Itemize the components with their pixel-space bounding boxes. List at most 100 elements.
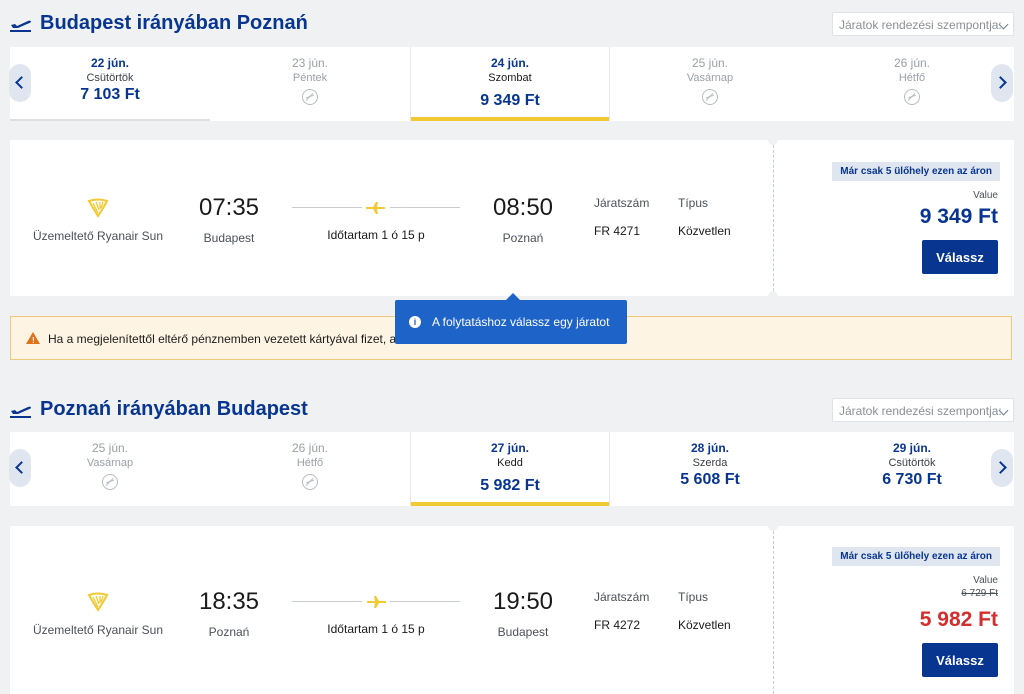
operator-name: Üzemeltető Ryanair Sun <box>32 229 164 243</box>
inbound-date-carousel: 25 jún. Vasárnap 26 jún. Hétfő 27 jún. K… <box>9 432 1014 506</box>
route-line <box>292 207 362 208</box>
takeoff-plane-icon <box>10 406 31 418</box>
date-label: 25 jún. <box>91 441 129 455</box>
card-notch <box>768 521 778 531</box>
date-label: 25 jún. <box>691 56 729 70</box>
date-cell-inbound-3[interactable]: 28 jún. Szerda 5 608 Ft <box>610 432 810 506</box>
no-flights-icon <box>102 474 118 490</box>
date-cell-inbound-2[interactable]: 27 jún. Kedd 5 982 Ft <box>410 432 610 506</box>
date-label: 22 jún. <box>90 56 129 70</box>
sort-select-placeholder: Járatok rendezési szempontja: <box>839 18 1002 32</box>
no-flights-icon <box>702 89 718 105</box>
inbound-header: Poznań irányában Budapest Járatok rendez… <box>10 396 1014 430</box>
date-label: 26 jún. <box>893 56 931 70</box>
date-label: 23 jún. <box>291 56 329 70</box>
outbound-sort-select[interactable]: Járatok rendezési szempontja: <box>832 12 1014 36</box>
flight-price: 5 982 Ft <box>919 608 998 631</box>
date-cell-outbound-2[interactable]: 24 jún. Szombat 9 349 Ft <box>410 47 610 121</box>
select-flight-tooltip: i A folytatáshoz válassz egy járatot <box>395 293 627 344</box>
no-flights-icon <box>302 89 318 105</box>
prev-dates-button[interactable] <box>9 64 31 102</box>
departure-city: Budapest <box>203 231 255 245</box>
inbound-sort-select[interactable]: Járatok rendezési szempontja: <box>832 398 1014 422</box>
date-cell-inbound-1: 26 jún. Hétfő <box>210 432 410 506</box>
flight-price: 9 349 Ft <box>919 205 998 228</box>
date-cell-outbound-4: 26 jún. Hétfő <box>810 47 1014 121</box>
prev-dates-button[interactable] <box>9 449 31 487</box>
date-cell-inbound-0: 25 jún. Vasárnap <box>10 432 210 506</box>
chevron-right-icon <box>994 461 1007 474</box>
departure-city: Poznań <box>208 625 250 639</box>
outbound-title: Budapest irányában Poznań <box>40 12 308 34</box>
no-flights-icon <box>302 474 318 490</box>
operator: Üzemeltető Ryanair Sun <box>10 592 186 637</box>
fare-type-label: Value <box>973 575 998 586</box>
takeoff-plane-icon <box>10 20 31 32</box>
flight-type-label: Típus <box>678 590 709 604</box>
card-notch <box>768 135 778 145</box>
weekday-label: Szerda <box>692 457 728 469</box>
weekday-label: Szombat <box>488 72 532 84</box>
operator-name: Üzemeltető Ryanair Sun <box>32 623 164 637</box>
date-price: 5 982 Ft <box>480 477 540 494</box>
chevron-left-icon <box>15 76 28 89</box>
date-price: 5 608 Ft <box>680 471 740 488</box>
select-flight-button[interactable]: Válassz <box>922 643 998 677</box>
weekday-label: Vasárnap <box>86 457 134 469</box>
flight-number-label: Járatszám <box>594 196 650 210</box>
outbound-flight-card: Üzemeltető Ryanair Sun 07:35 Budapest Id… <box>10 135 1014 301</box>
flight-duration: Időtartam 1 ó 15 p <box>327 228 425 242</box>
arrival-city: Budapest <box>497 625 549 639</box>
date-cell-outbound-0[interactable]: 22 jún. Csütörtök 7 103 Ft <box>10 47 210 121</box>
weekday-label: Péntek <box>292 72 328 84</box>
select-flight-button[interactable]: Válassz <box>922 240 998 274</box>
weekday-label: Csütörtök <box>86 72 134 84</box>
date-price: 6 730 Ft <box>882 471 942 488</box>
warning-text: Ha a megjelenítettől eltérő pénznemben v… <box>48 332 397 346</box>
plane-icon <box>366 202 386 214</box>
flight-number: FR 4271 <box>594 224 641 238</box>
route-line <box>390 601 460 602</box>
flight-type-label: Típus <box>678 196 709 210</box>
outbound-date-carousel: 22 jún. Csütörtök 7 103 Ft 23 jún. Pénte… <box>9 47 1014 121</box>
plane-icon <box>366 596 386 608</box>
date-price: 9 349 Ft <box>480 92 540 109</box>
flight-type: Közvetlen <box>678 618 731 632</box>
arrival-time: 08:50 <box>492 194 554 221</box>
ryanair-harp-logo-icon <box>87 198 109 218</box>
flight-type: Közvetlen <box>678 224 731 238</box>
arrival-city: Poznań <box>502 231 544 245</box>
inbound-flight-card: Üzemeltető Ryanair Sun 18:35 Poznań Időt… <box>10 521 1014 694</box>
weekday-label: Csütörtök <box>888 457 936 469</box>
departure-time: 07:35 <box>198 194 260 221</box>
weekday-label: Hétfő <box>898 72 926 84</box>
outbound-header: Budapest irányában Poznań Járatok rendez… <box>10 10 1014 44</box>
departure-time: 18:35 <box>198 588 260 615</box>
info-icon: i <box>409 316 421 328</box>
next-dates-button[interactable] <box>991 64 1013 102</box>
operator: Üzemeltető Ryanair Sun <box>10 198 186 243</box>
seats-left-badge: Már csak 5 ülőhely ezen az áron <box>832 547 1000 566</box>
date-label: 28 jún. <box>690 441 729 455</box>
date-cell-inbound-4[interactable]: 29 jún. Csütörtök 6 730 Ft <box>810 432 1014 506</box>
flight-number-label: Járatszám <box>594 590 650 604</box>
weekday-label: Kedd <box>497 457 523 469</box>
date-cell-outbound-1: 23 jún. Péntek <box>210 47 410 121</box>
route-line <box>390 207 460 208</box>
date-label: 27 jún. <box>490 441 529 455</box>
arrival-time: 19:50 <box>492 588 554 615</box>
seats-left-badge: Már csak 5 ülőhely ezen az áron <box>832 162 1000 181</box>
weekday-label: Hétfő <box>296 457 324 469</box>
date-label: 29 jún. <box>892 441 931 455</box>
fare-type-label: Value <box>973 190 998 201</box>
route-line <box>292 601 362 602</box>
original-price: 6 729 Ft <box>961 588 998 599</box>
next-dates-button[interactable] <box>991 449 1013 487</box>
card-notch <box>768 291 778 301</box>
ryanair-harp-logo-icon <box>87 592 109 612</box>
flight-number: FR 4272 <box>594 618 641 632</box>
sort-select-placeholder: Járatok rendezési szempontja: <box>839 404 1002 418</box>
date-label: 24 jún. <box>490 56 529 70</box>
no-flights-icon <box>904 89 920 105</box>
weekday-label: Vasárnap <box>686 72 734 84</box>
